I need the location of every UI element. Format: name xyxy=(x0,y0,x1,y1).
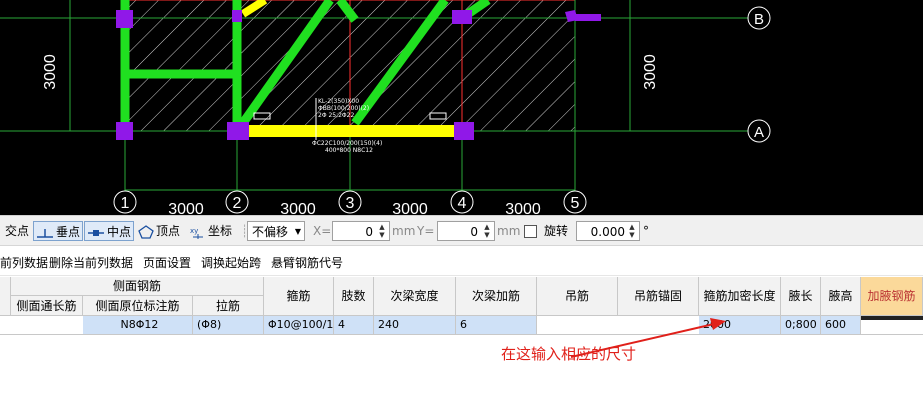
annotation-arrow xyxy=(570,318,726,358)
annotation-text: 在这输入相应的尺寸 xyxy=(501,345,637,363)
